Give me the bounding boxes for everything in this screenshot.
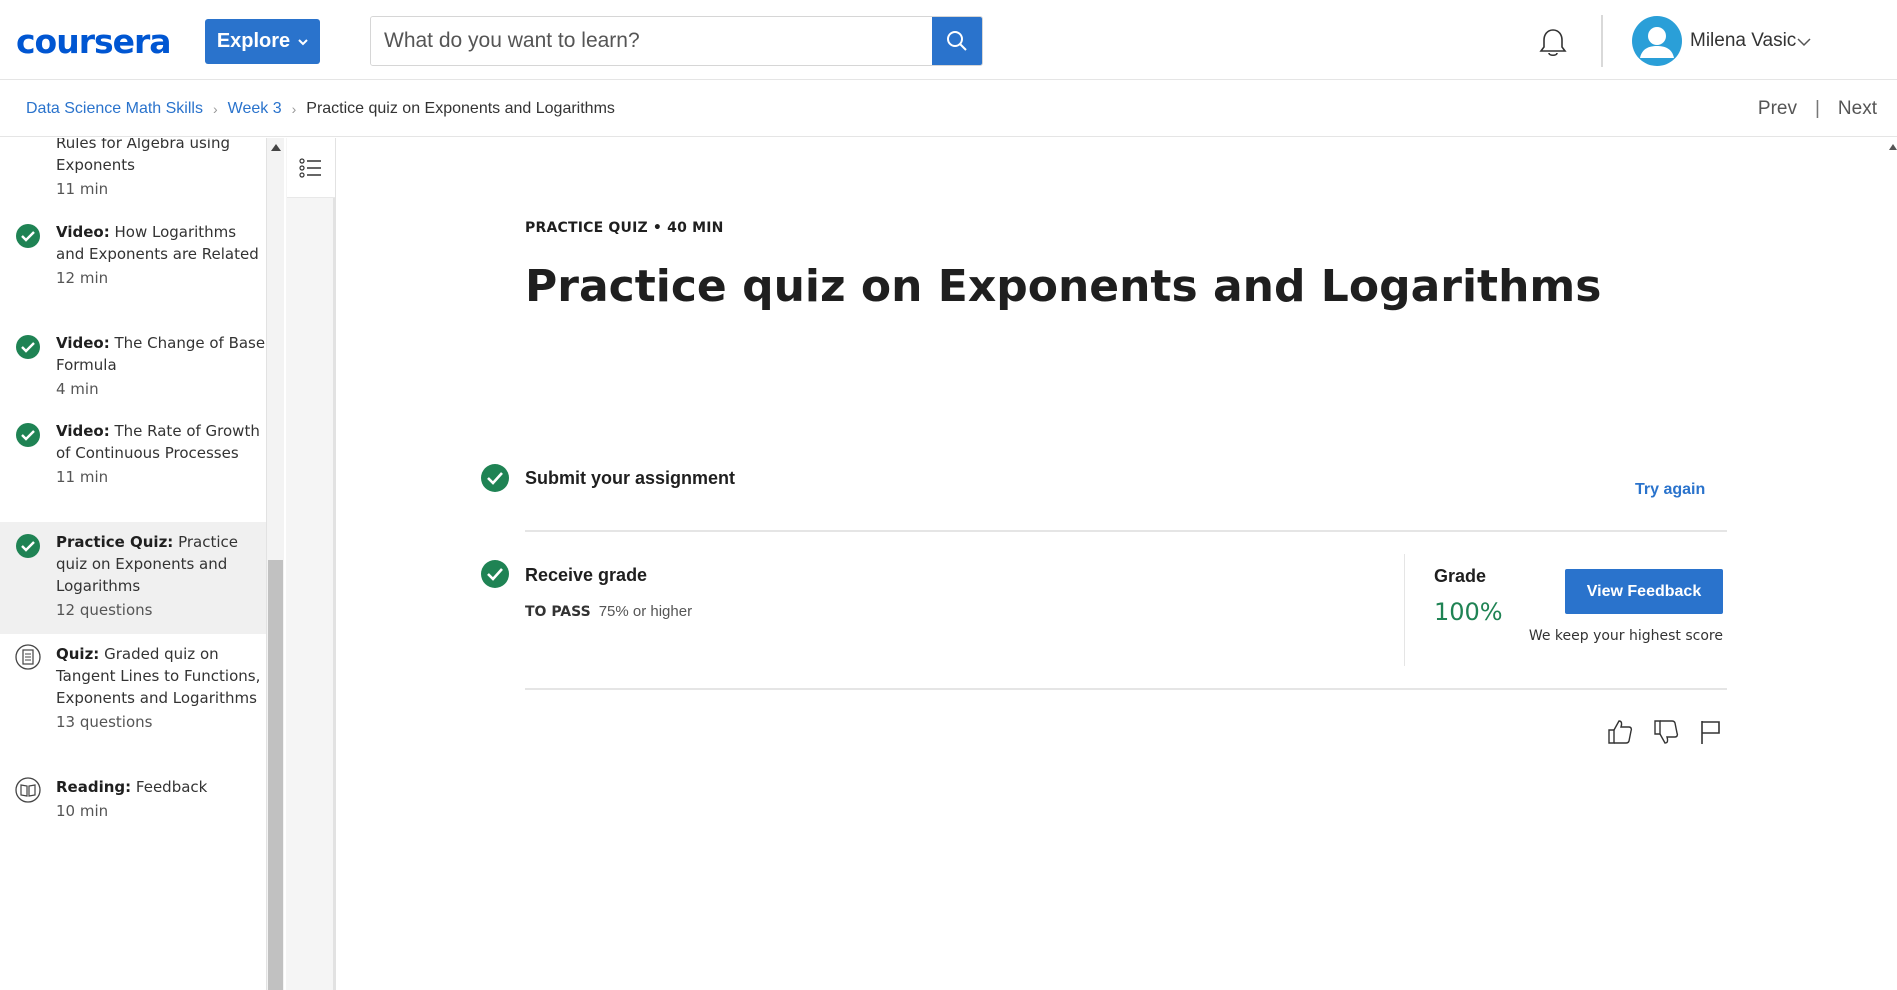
sidebar-item-meta: 11 min: [56, 468, 109, 486]
check-circle-icon: [481, 464, 509, 492]
passing-requirement: TO PASS 75% or higher: [525, 603, 692, 620]
quiz-icon: [15, 644, 41, 670]
breadcrumb-bar: Data Science Math Skills › Week 3 › Prac…: [0, 81, 1897, 137]
sidebar-item-kind: Reading:: [56, 778, 132, 796]
sidebar-item-rate-of-growth[interactable]: Video: The Rate of Growth of Continuous …: [0, 420, 266, 520]
item-type-duration: PRACTICE QUIZ • 40 MIN: [525, 220, 724, 236]
check-circle-icon: [16, 224, 40, 248]
divider: [525, 530, 1727, 532]
view-feedback-button[interactable]: View Feedback: [1565, 569, 1723, 614]
sidebar-item-meta: 13 questions: [56, 713, 153, 731]
chevron-right-icon: ›: [212, 101, 218, 117]
nav-separator: |: [1814, 98, 1820, 119]
top-header: coursera Explore Milena Vasic: [0, 0, 1897, 80]
check-circle-icon: [16, 534, 40, 558]
book-icon: [15, 777, 41, 803]
sidebar-item-meta: 11 min: [56, 180, 109, 198]
breadcrumb-course[interactable]: Data Science Math Skills: [26, 100, 203, 118]
flag-icon[interactable]: [1695, 717, 1725, 747]
page-title: Practice quiz on Exponents and Logarithm…: [525, 261, 1602, 312]
sidebar-item-kind: Video:: [56, 334, 110, 352]
user-icon: [1640, 27, 1674, 58]
search-bar: [370, 16, 983, 66]
sidebar-item-practice-quiz[interactable]: Practice Quiz: Practice quiz on Exponent…: [0, 522, 266, 634]
outline-toggle-button[interactable]: [287, 138, 335, 198]
sidebar-item-title: Feedback: [135, 778, 208, 796]
sidebar-scrollbar[interactable]: [266, 138, 284, 990]
breadcrumb: Data Science Math Skills › Week 3 › Prac…: [26, 100, 615, 118]
explore-label: Explore: [216, 30, 291, 52]
main-content: PRACTICE QUIZ • 40 MIN Practice quiz on …: [340, 138, 1897, 990]
receive-grade-label: Receive grade: [525, 565, 648, 585]
notifications-bell-icon[interactable]: [1536, 26, 1570, 60]
submit-assignment-label: Submit your assignment: [525, 468, 736, 488]
page-scrollbar[interactable]: [1889, 138, 1897, 990]
chevron-down-icon[interactable]: [1797, 34, 1811, 52]
breadcrumb-week[interactable]: Week 3: [228, 100, 282, 118]
sidebar-scroll-thumb[interactable]: [268, 560, 283, 990]
chevron-right-icon: ›: [291, 101, 297, 117]
thumbs-down-icon[interactable]: [1651, 717, 1681, 747]
grade-divider: [1404, 554, 1405, 666]
sidebar-item-title: Rules for Algebra using Exponents: [56, 138, 230, 174]
divider: [525, 688, 1727, 690]
sidebar-item-kind: Video:: [56, 223, 110, 241]
sidebar-item-meta: 4 min: [56, 380, 99, 398]
search-input[interactable]: [371, 17, 932, 65]
breadcrumb-current: Practice quiz on Exponents and Logarithm…: [306, 100, 615, 117]
list-icon: [299, 157, 321, 178]
prev-next-nav: Prev | Next: [1758, 98, 1877, 120]
prev-link[interactable]: Prev: [1758, 98, 1797, 120]
try-again-link[interactable]: Try again: [1635, 481, 1705, 499]
coursera-logo[interactable]: coursera: [16, 22, 172, 61]
scroll-up-arrow-icon[interactable]: [1889, 144, 1897, 150]
search-icon: [947, 31, 967, 51]
sidebar-item-meta: 12 min: [56, 269, 109, 287]
grade-value: 100%: [1434, 598, 1503, 626]
check-circle-icon: [481, 560, 509, 588]
highest-score-note: We keep your highest score: [1528, 628, 1723, 644]
header-divider: [1601, 15, 1603, 67]
explore-button[interactable]: Explore: [205, 19, 320, 64]
sidebar-item-graded-quiz[interactable]: Quiz: Graded quiz on Tangent Lines to Fu…: [0, 643, 266, 761]
sidebar-item-kind: Video:: [56, 422, 110, 440]
thumbs-up-icon[interactable]: [1605, 717, 1635, 747]
sidebar-item-rules-algebra[interactable]: Rules for Algebra using Exponents 11 min: [0, 138, 266, 202]
sidebar-item-kind: Practice Quiz:: [56, 533, 174, 551]
sidebar-item-meta: 12 questions: [56, 601, 153, 619]
user-avatar[interactable]: [1632, 16, 1682, 66]
sidebar-item-change-of-base[interactable]: Video: The Change of Base Formula 4 min: [0, 332, 266, 412]
sidebar-item-reading-feedback[interactable]: Reading: Feedback 10 min: [0, 776, 266, 836]
to-pass-label: TO PASS: [525, 604, 591, 620]
grade-label: Grade: [1434, 566, 1487, 586]
sidebar-item-meta: 10 min: [56, 802, 109, 820]
chevron-down-icon: [298, 35, 308, 49]
search-button[interactable]: [932, 17, 982, 65]
to-pass-value: 75% or higher: [598, 603, 693, 620]
sidebar-item-logarithms-exponents[interactable]: Video: How Logarithms and Exponents are …: [0, 221, 266, 321]
next-link[interactable]: Next: [1838, 98, 1877, 120]
scroll-up-arrow-icon[interactable]: [271, 144, 281, 151]
user-name[interactable]: Milena Vasic: [1690, 30, 1796, 52]
course-outline-sidebar: Rules for Algebra using Exponents 11 min…: [0, 138, 266, 990]
outline-toggle-strip: [286, 138, 336, 990]
check-circle-icon: [16, 423, 40, 447]
check-circle-icon: [16, 335, 40, 359]
sidebar-item-kind: Quiz:: [56, 645, 100, 663]
